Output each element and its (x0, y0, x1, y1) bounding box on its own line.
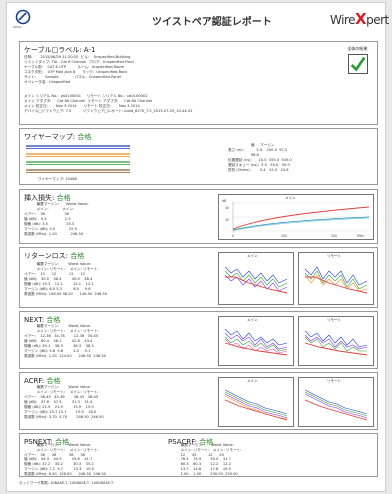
wiremap-section: ワイヤーマップ: 合格 ワイヤーマップ: 10488 値 マージン 長さ (m)… (19, 128, 378, 185)
insertion-loss-graph: メイン dB 40 20 0 100 200 MHz (218, 194, 374, 240)
psnext-psacrf-section: PSNEXT: 合格 最悪マージン: Worst Value: メイン: リモー… (19, 433, 378, 477)
return-loss-title: リターンロス: 合格 (24, 252, 85, 260)
insertion-loss-section: 挿入損失: 合格 最悪マージン: Worst Value: メイン: メイン: … (19, 189, 378, 244)
network-compliance-footer: ネットワーク準拠: 10BASE-T, 100BASE-T, 1000BASE-… (19, 481, 114, 485)
pass-checkmark-icon (348, 54, 368, 74)
return-loss-main-plot (224, 266, 288, 294)
return-loss-section: リターンロス: 合格 最悪マージン: Worst Value: メイン: リモー… (19, 247, 378, 308)
report-page: IDEAL ツイストペア認証レポート WireXpert ケーブル□ラベル: A… (6, 2, 389, 492)
acrf-remote-graph: リモート (298, 377, 374, 427)
insertion-y-tick-20: 20 (225, 218, 229, 222)
return-loss-main-title: メイン (247, 254, 258, 258)
return-loss-remote-graph: リモート (298, 252, 374, 305)
wirexpert-brand: WireXpert (330, 10, 389, 28)
acrf-table: 最悪マージン: Worst Value: メイン: リモート: メイン: リモー… (24, 385, 104, 419)
device-info-block: メイン シリアル No.: ps0100001 リモート シリアル No.: p… (24, 94, 193, 113)
acrf-section: ACRF: 合格 最悪マージン: Worst Value: メイン: リモート:… (19, 372, 378, 430)
cable-label-section: ケーブル□ラベル: A-1 全体の結果: 日時: 2015/06/29 11:2… (19, 41, 378, 125)
overall-result-label: 全体の結果: (347, 46, 369, 51)
next-table: 最悪マージン: Worst Value: メイン: リモート: メイン: リモー… (24, 324, 106, 358)
wiremap-length-label: ワイヤーマップ: 10488 (38, 177, 77, 181)
wiremap-stats: 値 マージン 長さ (m): 2.4 100.0 97.2 98.8 伝搬遅延 … (228, 143, 292, 172)
next-section: NEXT: 合格 最悪マージン: Worst Value: メイン: リモート:… (19, 311, 378, 369)
acrf-main-plot (224, 389, 288, 421)
return-loss-main-graph: メイン (218, 252, 294, 305)
psacrf-table: 最悪マージン: Worst Value: メイン: リモート: メイン: リモー… (180, 443, 242, 476)
insertion-loss-plot: dB 40 20 0 100 200 MHz (222, 199, 370, 238)
cable-info-block: 日時: 2015/06/29 11:20:20 ビル: Unspecified-… (24, 55, 135, 84)
return-loss-remote-title: リモート (327, 254, 341, 258)
insertion-loss-table: 最悪マージン: Worst Value: メイン: メイン: ペアー: 36 3… (24, 202, 89, 236)
next-main-title: メイン (247, 318, 258, 322)
insertion-x-tick-100: 100 (281, 234, 287, 238)
report-header: IDEAL ツイストペア認証レポート WireXpert (7, 3, 389, 37)
cable-label-title: ケーブル□ラベル: A-1 (24, 46, 96, 54)
acrf-main-title: メイン (247, 379, 258, 383)
wiremap-title: ワイヤーマップ: 合格 (24, 133, 92, 141)
insertion-y-tick-40: 40 (225, 206, 229, 210)
return-loss-table: 最悪マージン: Worst Value: メイン: リモート: メイン: リモー… (24, 262, 108, 296)
insertion-graph-title: メイン (285, 196, 296, 200)
logo-subtitle: IDEAL (13, 25, 22, 29)
insertion-y-label-db: dB (222, 199, 226, 203)
next-remote-title: リモート (327, 318, 341, 322)
wiremap-diagram (26, 145, 130, 173)
insertion-x-unit: MHz (357, 234, 364, 238)
overall-result: 全体の結果: (345, 46, 371, 74)
next-main-plot (224, 328, 288, 356)
return-loss-remote-plot (304, 266, 368, 294)
psnext-table: 最悪マージン: Worst Value: メイン: リモート: メイン: リモー… (24, 443, 106, 476)
insertion-x-tick-0: 0 (232, 234, 234, 238)
next-remote-graph: リモート (298, 316, 374, 366)
acrf-remote-plot (304, 389, 368, 421)
next-remote-plot (304, 330, 368, 356)
acrf-remote-title: リモート (327, 379, 341, 383)
report-title: ツイストペア認証レポート (152, 17, 272, 28)
insertion-x-tick-200: 200 (331, 234, 337, 238)
acrf-main-graph: メイン (218, 377, 294, 427)
ideal-logo-icon (15, 9, 31, 25)
next-main-graph: メイン (218, 316, 294, 366)
